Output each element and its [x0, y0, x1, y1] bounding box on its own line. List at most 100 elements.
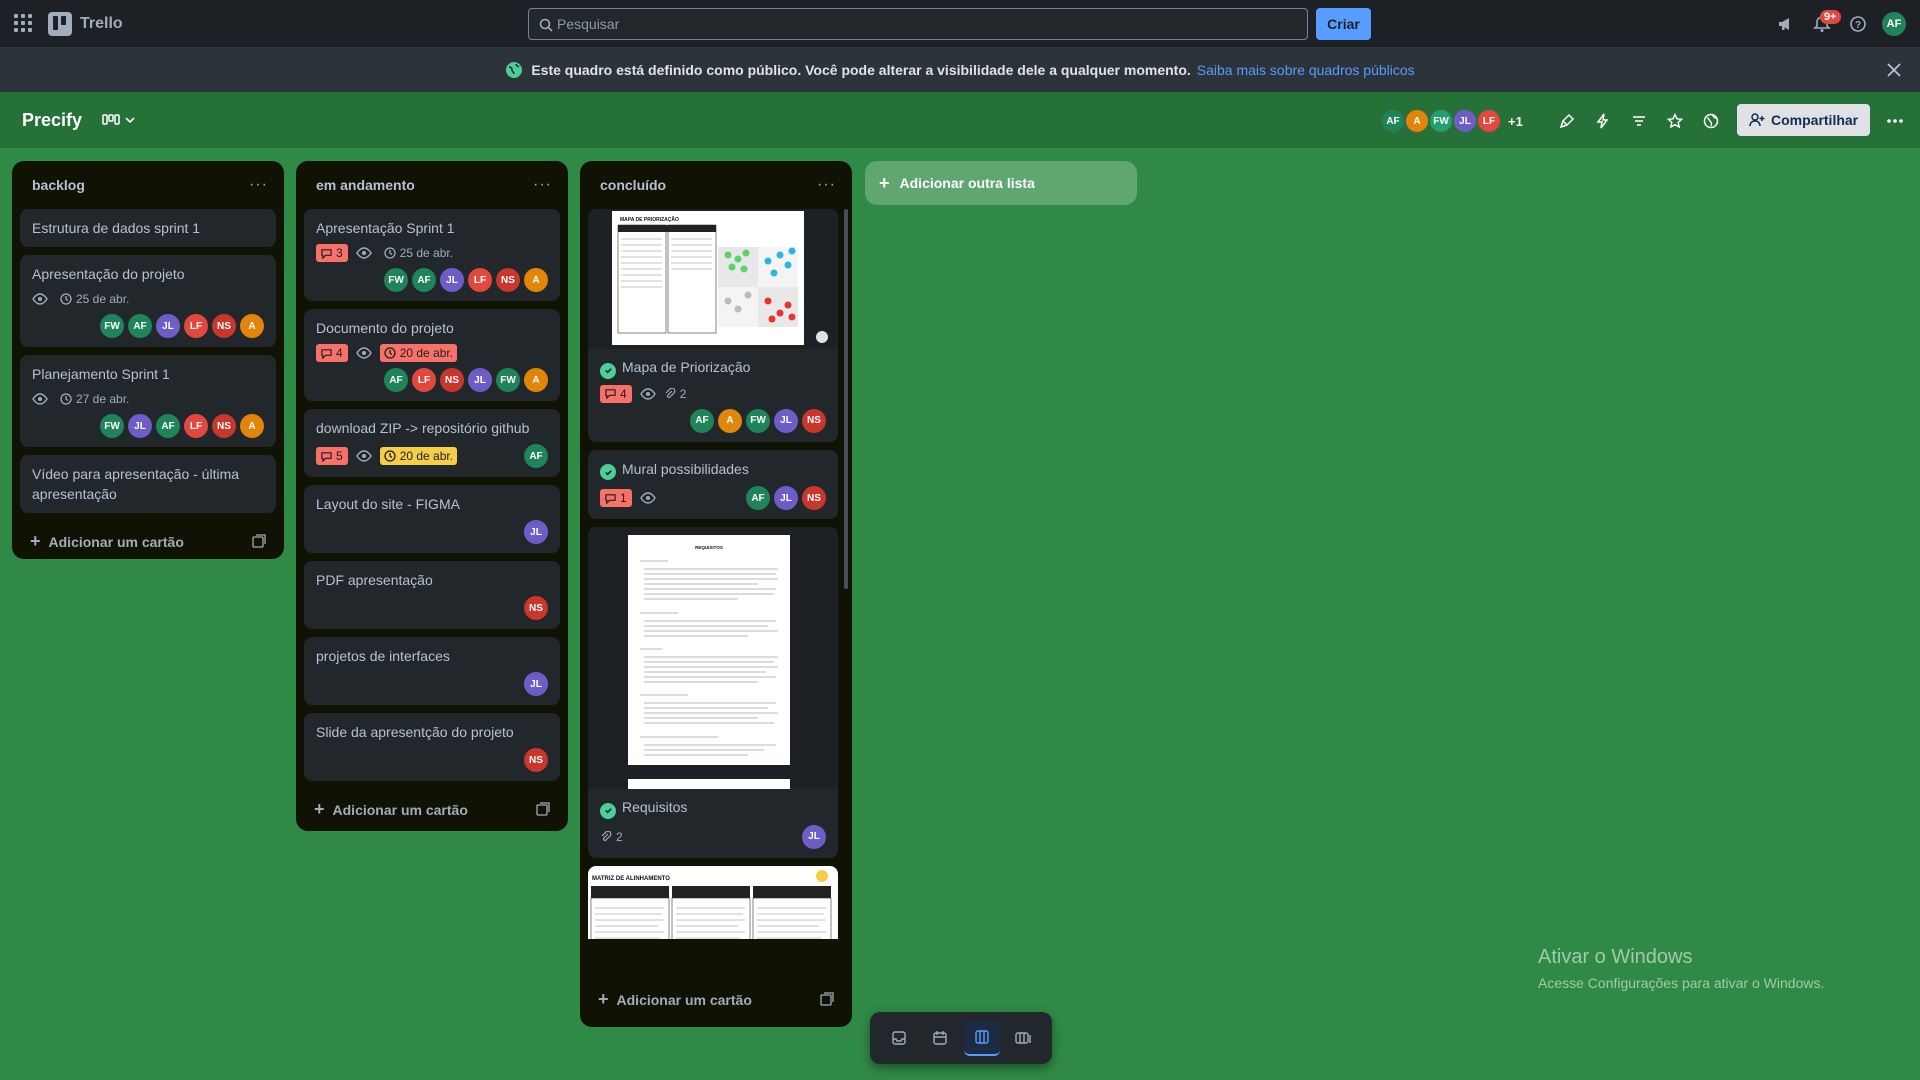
member-avatar[interactable]: NS [802, 486, 826, 510]
member-avatar[interactable]: A [1404, 108, 1430, 134]
add-list-button[interactable]: + Adicionar outra lista [865, 161, 1137, 205]
card[interactable]: Documento do projeto 4 20 de abr. AF LF … [304, 309, 560, 401]
member-avatar[interactable]: AF [384, 368, 408, 392]
member-avatar[interactable]: JL [774, 408, 798, 433]
visibility-globe-icon[interactable] [1696, 106, 1726, 136]
add-card-button[interactable]: + Adicionar um cartão [20, 521, 276, 561]
list-title[interactable]: concluído [600, 177, 666, 193]
member-avatar[interactable]: AF [690, 408, 714, 433]
member-avatar[interactable]: A [524, 268, 548, 292]
member-avatar[interactable]: LF [184, 314, 208, 338]
search-input[interactable] [557, 16, 1307, 32]
member-avatar[interactable]: AF [524, 444, 548, 468]
help-icon[interactable]: ? [1840, 6, 1876, 42]
member-avatar[interactable]: A [718, 408, 742, 433]
card[interactable]: projetos de interfaces JL [304, 637, 560, 705]
switch-boards-button[interactable] [1005, 1020, 1041, 1056]
rocket-icon[interactable] [1552, 106, 1582, 136]
member-avatar[interactable]: JL [524, 520, 548, 544]
board-view-button[interactable] [963, 1020, 1000, 1056]
planner-view-button[interactable] [922, 1020, 958, 1056]
member-avatar[interactable]: FW [496, 368, 520, 392]
trello-logo[interactable]: Trello [48, 12, 123, 36]
due-date-badge[interactable]: 27 de abr. [56, 390, 133, 408]
card[interactable]: Planejamento Sprint 1 27 de abr. FW JL A… [20, 355, 276, 447]
member-avatar[interactable]: A [240, 414, 264, 438]
list-menu-icon[interactable]: ··· [533, 176, 552, 194]
board-members[interactable]: AF A FW JL LF +1 [1380, 108, 1523, 134]
due-date-badge[interactable]: 25 de abr. [380, 244, 457, 262]
member-avatar[interactable]: JL [524, 672, 548, 696]
share-button[interactable]: Compartilhar [1737, 104, 1871, 136]
member-avatar[interactable]: LF [412, 368, 436, 392]
banner-learn-more-link[interactable]: Saiba mais sobre quadros públicos [1197, 62, 1415, 78]
card[interactable]: MATRIZ DE ALINHAMENTO [588, 865, 838, 939]
member-avatar[interactable]: LF [184, 414, 208, 438]
card[interactable]: Layout do site - FIGMA JL [304, 485, 560, 553]
member-avatar[interactable]: LF [1476, 108, 1502, 134]
complete-check-icon[interactable] [600, 362, 616, 379]
add-card-button[interactable]: + Adicionar um cartão [588, 979, 844, 1019]
member-avatar[interactable]: JL [774, 486, 798, 510]
close-icon[interactable] [1884, 60, 1904, 80]
member-avatar[interactable]: FW [100, 414, 124, 438]
member-avatar[interactable]: NS [524, 596, 548, 620]
member-avatar[interactable]: LF [468, 268, 492, 292]
member-avatar[interactable]: NS [524, 748, 548, 772]
megaphone-icon[interactable] [1768, 6, 1804, 42]
user-avatar[interactable]: AF [1882, 12, 1906, 36]
due-soon-date-badge[interactable]: 20 de abr. [379, 447, 458, 465]
template-icon[interactable] [252, 534, 266, 548]
automation-bolt-icon[interactable] [1588, 106, 1618, 136]
template-icon[interactable] [536, 802, 550, 816]
member-avatar[interactable]: NS [212, 414, 236, 438]
list-title[interactable]: backlog [32, 177, 85, 193]
member-avatar[interactable]: A [240, 314, 264, 338]
board-menu-more-icon[interactable] [1880, 106, 1910, 136]
create-button[interactable]: Criar [1316, 8, 1371, 40]
card[interactable]: PDF apresentação NS [304, 561, 560, 629]
template-icon[interactable] [820, 992, 834, 1006]
more-members-count[interactable]: +1 [1508, 114, 1523, 129]
member-avatar[interactable]: AF [156, 414, 180, 438]
notifications-icon[interactable]: 9+ [1804, 6, 1841, 42]
member-avatar[interactable]: JL [802, 824, 826, 849]
card[interactable]: REQUISITOS Requisitos 2 JL [588, 527, 838, 858]
member-avatar[interactable]: JL [156, 314, 180, 338]
card[interactable]: Apresentação Sprint 1 3 25 de abr. FW AF… [304, 209, 560, 301]
filter-icon[interactable] [1624, 106, 1654, 136]
list-scrollbar[interactable] [844, 209, 848, 589]
complete-check-icon[interactable] [600, 802, 616, 819]
member-avatar[interactable]: AF [746, 486, 770, 510]
member-avatar[interactable]: NS [802, 408, 826, 433]
member-avatar[interactable]: JL [1452, 108, 1478, 134]
member-avatar[interactable]: A [524, 368, 548, 392]
apps-grid-icon[interactable] [14, 14, 32, 32]
member-avatar[interactable]: NS [440, 368, 464, 392]
member-avatar[interactable]: NS [496, 268, 520, 292]
complete-check-icon[interactable] [600, 464, 616, 480]
board-title[interactable]: Precify [22, 110, 82, 131]
card[interactable]: Apresentação do projeto 25 de abr. FW AF… [20, 255, 276, 347]
inbox-view-button[interactable] [881, 1020, 917, 1056]
member-avatar[interactable]: JL [128, 414, 152, 438]
member-avatar[interactable]: AF [1380, 108, 1406, 134]
list-menu-icon[interactable]: ··· [249, 176, 268, 194]
member-avatar[interactable]: FW [100, 314, 124, 338]
member-avatar[interactable]: JL [468, 368, 492, 392]
add-card-button[interactable]: + Adicionar um cartão [304, 789, 560, 829]
search-bar[interactable] [528, 8, 1308, 40]
member-avatar[interactable]: AF [412, 268, 436, 292]
card[interactable]: Vídeo para apresentação - última apresen… [20, 455, 276, 513]
list-menu-icon[interactable]: ··· [817, 176, 836, 194]
list-title[interactable]: em andamento [316, 177, 415, 193]
board-view-switcher[interactable] [102, 113, 136, 127]
overdue-date-badge[interactable]: 20 de abr. [379, 344, 458, 362]
member-avatar[interactable]: FW [746, 408, 770, 433]
star-icon[interactable] [1660, 106, 1690, 136]
member-avatar[interactable]: JL [440, 268, 464, 292]
card[interactable]: Estrutura de dados sprint 1 [20, 209, 276, 247]
member-avatar[interactable]: FW [384, 268, 408, 292]
member-avatar[interactable]: NS [212, 314, 236, 338]
member-avatar[interactable]: AF [128, 314, 152, 338]
